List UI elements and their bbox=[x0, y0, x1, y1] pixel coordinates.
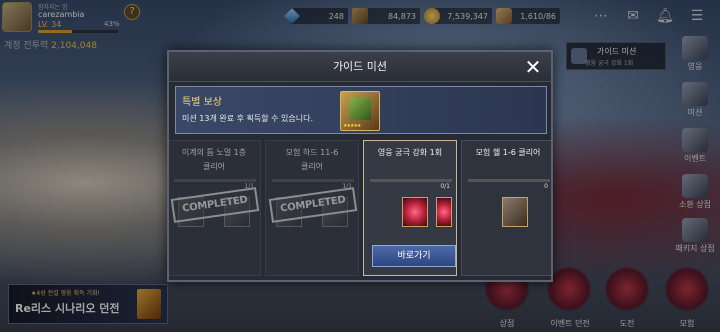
close-icon[interactable]: ✕ bbox=[521, 55, 545, 79]
progress-bar bbox=[370, 179, 452, 182]
reward-description: 미션 13개 완료 후 획득할 수 있습니다. bbox=[182, 114, 314, 123]
dialog-header: 가이드 미션 bbox=[169, 52, 551, 82]
reward-slot bbox=[502, 197, 528, 227]
mission-progress: 0/1 bbox=[440, 183, 450, 190]
reward-slot bbox=[402, 197, 428, 227]
reward-title: 특별 보상 bbox=[182, 97, 222, 108]
star-rating: ★★★★★ bbox=[343, 123, 361, 129]
dialog-title: 가이드 미션 bbox=[332, 60, 388, 73]
mission-card: 이계의 틈 노멀 1층 클리어 1/1 COMPLETED bbox=[169, 140, 261, 276]
mission-card-active[interactable]: 영웅 궁극 강화 1회 0/1 바로가기 bbox=[363, 140, 457, 276]
mission-card: 모험 하드 11-6 클리어 1/1 COMPLETED bbox=[265, 140, 359, 276]
guide-mission-dialog: 가이드 미션 ✕ 특별 보상 미션 13개 완료 후 획득할 수 있습니다. ★… bbox=[167, 50, 553, 282]
mission-title: 영웅 궁극 강화 1회 bbox=[377, 148, 443, 157]
mission-title: 이계의 틈 노멀 1층 bbox=[181, 148, 247, 157]
reward-item-icon bbox=[349, 98, 371, 120]
progress-bar bbox=[468, 179, 550, 182]
progress-bar bbox=[174, 179, 256, 182]
mission-card: 모험 헬 1-6 클리어 0 bbox=[461, 140, 551, 276]
go-button[interactable]: 바로가기 bbox=[372, 245, 456, 267]
mission-progress: 0 bbox=[544, 183, 548, 190]
special-reward-panel: 특별 보상 미션 13개 완료 후 획득할 수 있습니다. ★★★★★ bbox=[175, 86, 547, 134]
mission-subtitle: 클리어 bbox=[202, 162, 226, 171]
progress-bar bbox=[272, 179, 354, 182]
mission-title: 모험 하드 11-6 bbox=[285, 148, 339, 157]
mission-title: 모험 헬 1-6 클리어 bbox=[475, 148, 541, 157]
mission-card-list[interactable]: 이계의 틈 노멀 1층 클리어 1/1 COMPLETED 모험 하드 11-6… bbox=[169, 140, 551, 280]
reward-slot bbox=[436, 197, 452, 227]
reward-item[interactable]: ★★★★★ bbox=[340, 91, 380, 131]
mission-subtitle: 클리어 bbox=[300, 162, 324, 171]
